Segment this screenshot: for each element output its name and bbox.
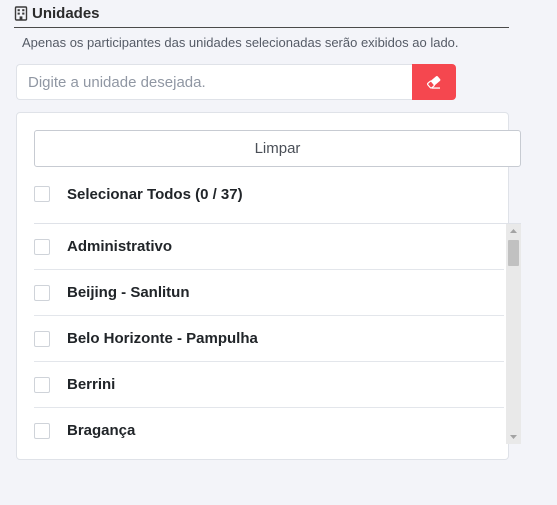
scroll-down-arrow-icon[interactable] (506, 430, 521, 444)
section-title: Unidades (32, 5, 100, 22)
unit-checkbox[interactable] (34, 376, 50, 393)
building-icon (14, 6, 28, 21)
select-all-row[interactable]: Selecionar Todos (0 / 37) (34, 183, 243, 205)
units-panel: Limpar Selecionar Todos (0 / 37) Adminis… (16, 112, 521, 460)
scroll-up-arrow-icon[interactable] (506, 224, 521, 238)
unit-search (16, 64, 456, 100)
unit-label: Beijing - Sanlitun (67, 284, 190, 301)
unit-label: Berrini (67, 376, 116, 393)
unit-search-input[interactable] (16, 64, 412, 100)
select-all-checkbox[interactable] (34, 186, 50, 202)
clear-search-button[interactable] (412, 64, 456, 100)
unit-label: Belo Horizonte - Pampulha (67, 330, 258, 347)
scrollbar-thumb[interactable] (508, 240, 519, 266)
unit-checkbox[interactable] (34, 238, 50, 255)
unit-checkbox[interactable] (34, 330, 50, 347)
list-item[interactable]: Berrini (34, 362, 504, 408)
list-item[interactable]: Bragança (34, 408, 504, 444)
eraser-icon (426, 75, 442, 89)
section-subtitle: Apenas os participantes das unidades sel… (22, 35, 459, 50)
unit-label: Administrativo (67, 238, 173, 255)
list-item[interactable]: Beijing - Sanlitun (34, 270, 504, 316)
units-list: Administrativo Beijing - Sanlitun Belo H… (34, 223, 521, 444)
vertical-scrollbar[interactable] (506, 224, 521, 444)
select-all-label: Selecionar Todos (0 / 37) (67, 185, 243, 203)
unit-checkbox[interactable] (34, 422, 50, 439)
section-header: Unidades (14, 0, 509, 28)
clear-selection-button[interactable]: Limpar (34, 130, 521, 167)
list-item[interactable]: Administrativo (34, 224, 504, 270)
unit-label: Bragança (67, 422, 136, 439)
list-item[interactable]: Belo Horizonte - Pampulha (34, 316, 504, 362)
unit-checkbox[interactable] (34, 284, 50, 301)
